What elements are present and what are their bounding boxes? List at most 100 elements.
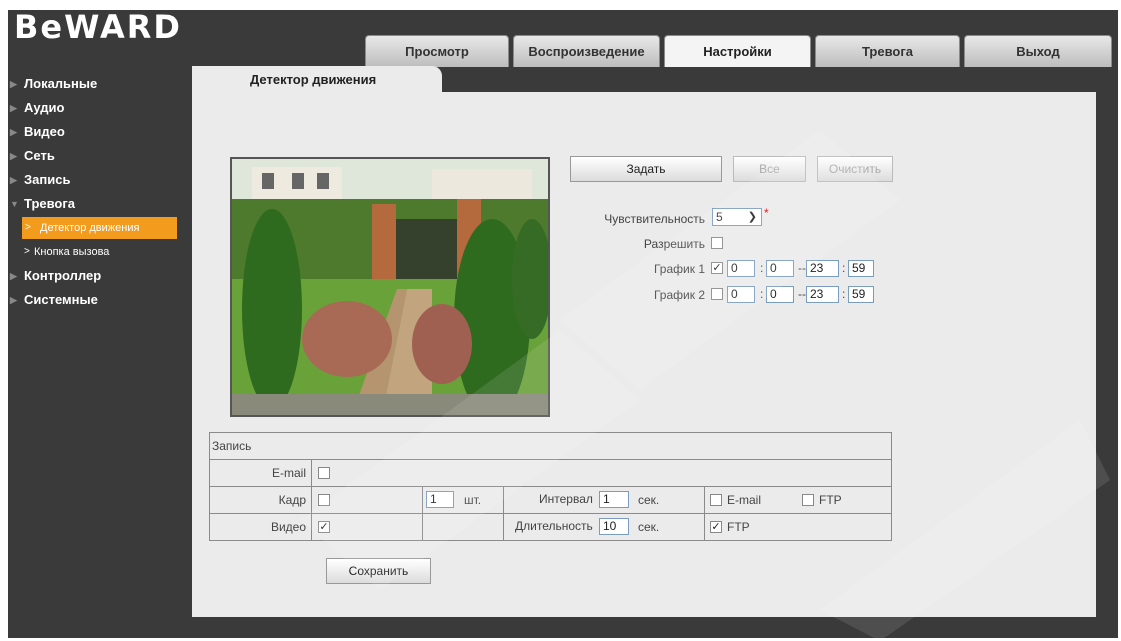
sidebar-item-label: Контроллер xyxy=(24,268,102,283)
sidebar-item-video[interactable]: ▶ Видео xyxy=(0,120,190,144)
interval-unit: сек. xyxy=(638,493,660,507)
sidebar-item-label: Аудио xyxy=(24,100,65,115)
triangle-right-icon: ▶ xyxy=(10,103,17,113)
video-targets-cell: ✓ FTP xyxy=(704,513,892,541)
triangle-right-icon: ▶ xyxy=(10,175,17,185)
time-separator: : xyxy=(760,261,764,275)
schedule1-label: График 1 xyxy=(653,262,705,276)
chevron-down-icon: ❯ xyxy=(747,211,757,223)
sidebar-item-label: Тревога xyxy=(24,196,76,211)
sidebar-item-call-button[interactable]: > Кнопка вызова xyxy=(0,240,190,264)
frame-email-label: E-mail xyxy=(727,493,762,507)
time-separator: : xyxy=(842,261,846,275)
tab-logout[interactable]: Выход xyxy=(964,35,1112,67)
set-button[interactable]: Задать xyxy=(570,156,722,182)
enable-label: Разрешить xyxy=(643,237,705,251)
triangle-right-icon: ▶ xyxy=(10,295,17,305)
sidebar-item-label: Видео xyxy=(24,124,65,139)
email-row-label: E-mail xyxy=(209,459,312,487)
table-row: Кадр 1 шт. Интервал 1 сек. E-mail FTP xyxy=(209,486,892,514)
email-checkbox[interactable] xyxy=(318,467,330,479)
schedule2-checkbox[interactable] xyxy=(711,288,723,300)
range-separator: -- xyxy=(798,261,806,275)
sidebar-item-label: Детектор движения xyxy=(40,222,140,234)
save-button[interactable]: Сохранить xyxy=(326,558,431,584)
frame-check-cell xyxy=(311,486,423,514)
frame-count-input[interactable]: 1 xyxy=(426,491,454,508)
schedule1-checkbox[interactable]: ✓ xyxy=(711,262,723,274)
video-row-label: Видео xyxy=(209,513,312,541)
schedule2-start-minute[interactable]: 0 xyxy=(766,286,794,303)
clear-button[interactable]: Очистить xyxy=(817,156,893,182)
video-check-cell: ✓ xyxy=(311,513,423,541)
sidebar-item-motion-detector[interactable]: > Детектор движения xyxy=(22,217,177,239)
schedule2-end-hour[interactable]: 23 xyxy=(806,286,839,303)
sidebar: ▶ Локальные ▶ Аудио ▶ Видео ▶ Сеть ▶ Запись ▼… xyxy=(0,72,190,312)
schedule2-start-hour[interactable]: 0 xyxy=(727,286,755,303)
garden-image xyxy=(232,159,548,415)
sidebar-item-label: Запись xyxy=(24,172,71,187)
sidebar-item-label: Локальные xyxy=(24,76,98,91)
frame-ftp-label: FTP xyxy=(819,493,842,507)
time-separator: : xyxy=(760,287,764,301)
tab-playback[interactable]: Воспроизведение xyxy=(513,35,660,67)
required-mark: * xyxy=(764,206,769,220)
sidebar-item-network[interactable]: ▶ Сеть xyxy=(0,144,190,168)
sidebar-item-label: Кнопка вызова xyxy=(34,246,110,258)
chevron-right-icon: > xyxy=(24,246,30,257)
schedule1-end-minute[interactable]: 59 xyxy=(848,260,874,277)
table-row: Запись xyxy=(209,432,892,460)
schedule2-end-minute[interactable]: 59 xyxy=(848,286,874,303)
frame-ftp-checkbox[interactable] xyxy=(802,494,814,506)
sidebar-item-record[interactable]: ▶ Запись xyxy=(0,168,190,192)
sidebar-item-local[interactable]: ▶ Локальные xyxy=(0,72,190,96)
frame-checkbox[interactable] xyxy=(318,494,330,506)
schedule1-end-hour[interactable]: 23 xyxy=(806,260,839,277)
sidebar-item-controller[interactable]: ▶ Контроллер xyxy=(0,264,190,288)
sensitivity-select[interactable]: 5 ❯ xyxy=(712,208,762,226)
select-all-button[interactable]: Все xyxy=(733,156,806,182)
sidebar-item-label: Сеть xyxy=(24,148,55,163)
interval-input[interactable]: 1 xyxy=(599,491,629,508)
range-separator: -- xyxy=(798,287,806,301)
content-tab-title: Детектор движения xyxy=(192,66,442,94)
triangle-right-icon: ▶ xyxy=(10,151,17,161)
video-ftp-checkbox[interactable]: ✓ xyxy=(710,521,722,533)
record-table: Запись E-mail Кадр 1 шт. Интервал 1 сек.… xyxy=(209,432,892,541)
sidebar-item-system[interactable]: ▶ Системные xyxy=(0,288,190,312)
sidebar-item-label: Системные xyxy=(24,292,98,307)
duration-unit: сек. xyxy=(638,520,660,534)
table-row: E-mail xyxy=(209,459,892,487)
tab-settings[interactable]: Настройки xyxy=(664,35,811,67)
email-row-cell xyxy=(311,459,892,487)
triangle-down-icon: ▼ xyxy=(10,199,19,209)
frame-email-checkbox[interactable] xyxy=(710,494,722,506)
frame-row-label: Кадр xyxy=(209,486,312,514)
interval-cell: Интервал 1 сек. xyxy=(503,486,705,514)
enable-checkbox[interactable] xyxy=(711,237,723,249)
camera-preview[interactable] xyxy=(230,157,550,417)
schedule2-label: График 2 xyxy=(653,288,705,302)
sidebar-item-alarm[interactable]: ▼ Тревога xyxy=(0,192,190,216)
schedule1-start-minute[interactable]: 0 xyxy=(766,260,794,277)
sensitivity-value: 5 xyxy=(716,210,723,224)
time-separator: : xyxy=(842,287,846,301)
frame-count-cell: 1 шт. xyxy=(422,486,504,514)
schedule1-start-hour[interactable]: 0 xyxy=(727,260,755,277)
triangle-right-icon: ▶ xyxy=(10,127,17,137)
frame-unit: шт. xyxy=(464,493,482,507)
sidebar-item-audio[interactable]: ▶ Аудио xyxy=(0,96,190,120)
record-header: Запись xyxy=(209,432,892,460)
duration-cell: Длительность 10 сек. xyxy=(503,513,705,541)
empty-cell xyxy=(422,513,504,541)
duration-input[interactable]: 10 xyxy=(599,518,629,535)
video-checkbox[interactable]: ✓ xyxy=(318,521,330,533)
triangle-right-icon: ▶ xyxy=(10,271,17,281)
triangle-right-icon: ▶ xyxy=(10,79,17,89)
sensitivity-label: Чувствительность xyxy=(604,212,705,226)
tab-alarm[interactable]: Тревога xyxy=(815,35,960,67)
tab-view[interactable]: Просмотр xyxy=(365,35,509,67)
frame-targets-cell: E-mail FTP xyxy=(704,486,892,514)
chevron-right-icon: > xyxy=(25,222,31,233)
beward-logo: BeWARD xyxy=(14,8,182,46)
